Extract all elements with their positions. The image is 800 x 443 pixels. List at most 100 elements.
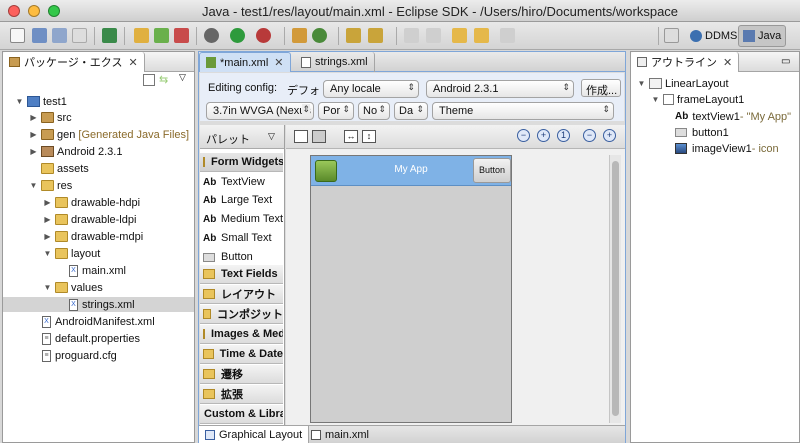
dock-select[interactable]: No ⇕ (358, 102, 390, 120)
zoom-out-icon[interactable]: − (517, 129, 530, 142)
tree-item-drawable-mdpi[interactable]: ▶ drawable-mdpi (43, 229, 143, 244)
tab-graphical-layout[interactable]: Graphical Layout (199, 426, 310, 443)
outline-item-textview1[interactable]: Ab textView1 - "My App" (675, 109, 791, 124)
open-perspective-icon[interactable] (664, 28, 679, 43)
outline-item-imageview1[interactable]: imageView1 - icon (675, 141, 779, 156)
tree-item-assets[interactable]: assets (38, 161, 89, 176)
palette-item-medium-text[interactable]: Ab Medium Text (200, 210, 283, 228)
collapse-all-icon[interactable] (143, 74, 155, 86)
fill-width-icon[interactable]: ↔ (344, 130, 358, 143)
expand-icon[interactable]: ▼ (637, 79, 646, 88)
orientation-select[interactable]: Por ⇕ (318, 102, 354, 120)
expand-icon[interactable]: ▼ (43, 249, 52, 258)
back-icon[interactable] (474, 28, 489, 43)
fill-height-icon[interactable]: ↕ (362, 130, 376, 143)
expand-icon[interactable]: ▼ (29, 181, 38, 190)
palette-category-custom-library[interactable]: Custom & Library (200, 405, 283, 424)
new-package-icon[interactable] (312, 28, 327, 43)
collapse-icon[interactable]: ▶ (29, 147, 38, 156)
close-window-button[interactable] (8, 5, 20, 17)
theme-select[interactable]: Theme ⇕ (432, 102, 614, 120)
zoom-fit-out-icon[interactable]: − (583, 129, 596, 142)
save-all-icon[interactable] (52, 28, 67, 43)
link-with-editor-icon[interactable]: ⇆ (159, 73, 168, 86)
expand-icon[interactable]: ▼ (15, 97, 24, 106)
previous-annotation-icon[interactable] (426, 28, 441, 43)
palette-category-layouts[interactable]: レイアウト (200, 285, 283, 304)
target-select[interactable]: Android 2.3.1 ⇕ (426, 80, 574, 98)
tree-item-res[interactable]: ▼ res (29, 178, 73, 193)
tree-item-android-manifest[interactable]: X AndroidManifest.xml (38, 314, 155, 329)
tree-item-src[interactable]: ▶ src (29, 110, 71, 125)
next-annotation-icon[interactable] (404, 28, 419, 43)
tree-item-gen[interactable]: ▶ gen [Generated Java Files] (29, 127, 189, 142)
palette-category-images-media[interactable]: Images & Media (200, 325, 283, 344)
new-class-icon[interactable] (292, 28, 307, 43)
collapse-icon[interactable]: ▶ (43, 198, 52, 207)
canvas-vertical-scrollbar[interactable] (609, 155, 621, 423)
open-type-icon[interactable] (346, 28, 361, 43)
forward-icon[interactable] (500, 28, 515, 43)
palette-category-transitions[interactable]: 遷移 (200, 365, 283, 384)
expand-icon[interactable]: ▼ (43, 283, 52, 292)
palette-item-large-text[interactable]: Ab Large Text (200, 191, 283, 209)
zoom-in-icon[interactable]: + (537, 129, 550, 142)
palette-item-textview[interactable]: Ab TextView (200, 173, 283, 191)
tab-main-xml[interactable]: *main.xml ✕ (199, 52, 291, 72)
save-icon[interactable] (32, 28, 47, 43)
close-icon[interactable]: ✕ (274, 56, 283, 69)
palette-category-time-date[interactable]: Time & Date (200, 345, 283, 364)
locale-select[interactable]: Any locale ⇕ (323, 80, 419, 98)
android-sdk-icon[interactable] (102, 28, 117, 43)
minimize-view-icon[interactable]: ▭ (781, 56, 790, 67)
new-java-project-icon[interactable] (134, 28, 149, 43)
zoom-actual-icon[interactable]: 1 (557, 129, 570, 142)
run-icon[interactable] (230, 28, 245, 43)
collapse-icon[interactable]: ▶ (43, 215, 52, 224)
perspective-java[interactable]: Java (738, 25, 787, 47)
palette-category-composite[interactable]: コンポジット (200, 305, 283, 324)
palette-category-form-widgets[interactable]: Form Widgets (200, 153, 283, 172)
tab-main-xml-source[interactable]: main.xml (305, 426, 375, 443)
tree-item-proguard-cfg[interactable]: ≡ proguard.cfg (38, 348, 117, 363)
minimize-window-button[interactable] (28, 5, 40, 17)
close-icon[interactable]: ✕ (723, 56, 732, 69)
outline-item-framelayout1[interactable]: ▼ frameLayout1 (651, 92, 745, 107)
expand-icon[interactable]: ▼ (651, 95, 660, 104)
screen-select[interactable]: 3.7in WVGA (Nexus ⇕ (206, 102, 314, 120)
tab-strings-xml[interactable]: strings.xml (295, 52, 375, 72)
app-title-preview[interactable]: My App (381, 164, 441, 175)
perspective-ddms[interactable]: DDMS (686, 25, 741, 47)
night-mode-select[interactable]: Da ⇕ (394, 102, 428, 120)
tree-item-drawable-hdpi[interactable]: ▶ drawable-hdpi (43, 195, 140, 210)
outline-item-button1[interactable]: button1 (675, 125, 729, 140)
search-icon[interactable] (368, 28, 383, 43)
android-icon[interactable] (315, 160, 337, 182)
android-xml-icon[interactable] (174, 28, 189, 43)
collapse-icon[interactable]: ▶ (29, 130, 38, 139)
tree-item-strings-xml[interactable]: Xstrings.xml (3, 297, 194, 312)
last-edit-icon[interactable] (452, 28, 467, 43)
zoom-fit-in-icon[interactable]: + (603, 129, 616, 142)
view-menu-icon[interactable]: ▽ (179, 72, 186, 83)
tree-item-values[interactable]: ▼ values (43, 280, 103, 295)
palette-category-text-fields[interactable]: Text Fields (200, 265, 283, 284)
palette-item-button[interactable]: Button (200, 248, 283, 266)
tree-item-test1[interactable]: ▼ test1 (15, 94, 67, 109)
zoom-window-button[interactable] (48, 5, 60, 17)
palette-category-advanced[interactable]: 拡張 (200, 385, 283, 404)
tab-package-explorer[interactable]: パッケージ・エクス ✕ (3, 52, 145, 72)
close-icon[interactable]: ✕ (128, 56, 137, 69)
scrollbar-thumb[interactable] (612, 161, 619, 416)
tree-item-main-xml[interactable]: Xmain.xml (65, 263, 126, 278)
palette-item-small-text[interactable]: Ab Small Text (200, 229, 283, 247)
palette-menu-icon[interactable]: ▽ (268, 131, 275, 142)
layout-horizontal-icon[interactable] (294, 130, 308, 143)
button-preview[interactable]: Button (473, 158, 511, 183)
tree-item-android-2-3-1[interactable]: ▶ Android 2.3.1 (29, 144, 122, 159)
tree-item-drawable-ldpi[interactable]: ▶ drawable-ldpi (43, 212, 136, 227)
outline-item-linearlayout[interactable]: ▼ LinearLayout (637, 76, 729, 91)
external-tools-icon[interactable] (256, 28, 271, 43)
tab-outline[interactable]: アウトライン ✕ (631, 52, 740, 72)
print-icon[interactable] (72, 28, 87, 43)
